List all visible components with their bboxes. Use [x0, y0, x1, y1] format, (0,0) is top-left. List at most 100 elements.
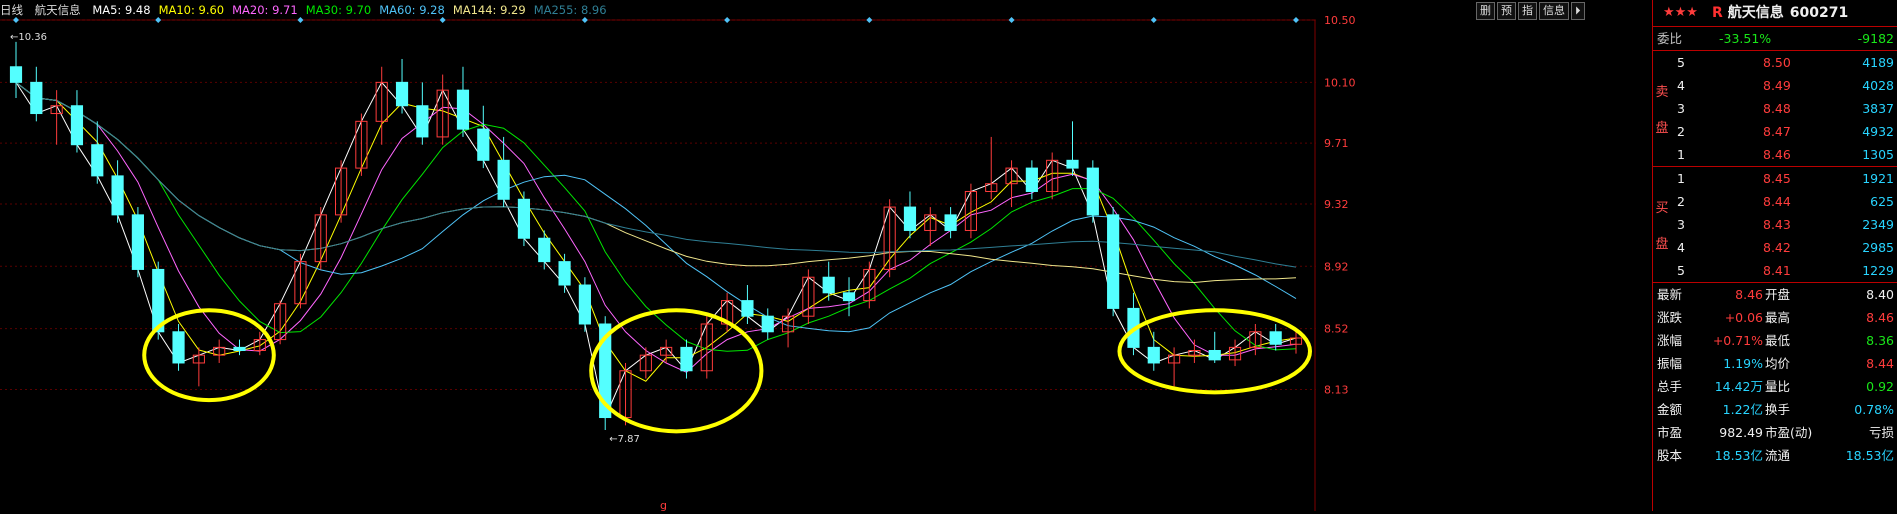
event-diamond-icon [1150, 17, 1157, 23]
buy-level-row[interactable]: 3 8.43 2349 [1653, 213, 1897, 236]
candle [213, 339, 226, 363]
stat-label: 市盈 [1657, 425, 1683, 440]
candle-body [497, 159, 510, 200]
candle-body [842, 292, 856, 302]
sell-side-label: 盘 [1655, 121, 1669, 136]
candle [355, 113, 368, 176]
toolbar-button[interactable]: 指 [1518, 2, 1537, 20]
stat-value: 8.40 [1866, 287, 1894, 302]
candle-body [741, 300, 754, 317]
buy-level-row[interactable]: 5 8.41 1229 [1653, 259, 1897, 282]
event-diamond-icon [866, 17, 873, 23]
stat-label: 量比 [1765, 379, 1791, 394]
candle-body [395, 81, 409, 107]
candle-body [9, 66, 23, 83]
candle [538, 230, 551, 270]
candle-body [1269, 331, 1282, 345]
stat-label: 最低 [1765, 333, 1791, 348]
sell-level-row[interactable]: 5 8.50 4189 [1653, 51, 1897, 74]
stat-row: 股本 18.53亿 流通 18.53亿 [1653, 444, 1897, 467]
candle [903, 191, 917, 239]
weibi-row: 委比 -33.51% -9182 [1653, 26, 1897, 50]
stat-row: 涨幅 +0.71% 最低 8.36 [1653, 329, 1897, 352]
candle [741, 285, 754, 324]
candle [1086, 160, 1099, 223]
stat-row: 市盈 982.49 市盈(动) 亏损 [1653, 421, 1897, 444]
candle-body [111, 175, 124, 216]
y-tick-label: 10.50 [1324, 14, 1356, 27]
stat-value: 982.49 [1719, 425, 1763, 440]
highlight-ellipse [142, 308, 276, 403]
buy-level-row[interactable]: 1 8.45 1921 [1653, 167, 1897, 190]
sell-level: 1 [1677, 147, 1685, 162]
stat-value: 0.78% [1854, 402, 1894, 417]
toolbar-button[interactable]: ⏵ [1571, 2, 1585, 20]
candle-body [30, 81, 43, 115]
candle-body [761, 315, 774, 333]
toolbar-button[interactable]: 删 [1476, 2, 1495, 20]
candle-body [1086, 167, 1099, 216]
candle [985, 136, 998, 200]
stat-value: 8.46 [1866, 310, 1894, 325]
sell-level: 5 [1677, 55, 1685, 70]
ma-line-ma5 [15, 81, 1297, 420]
candle-body [233, 346, 246, 351]
candle [1208, 331, 1221, 363]
stat-row: 总手 14.42万 量比 0.92 [1653, 375, 1897, 398]
candle-body [456, 89, 470, 130]
buy-level-row[interactable]: 2 8.44 625 [1653, 190, 1897, 213]
candle-body [680, 346, 693, 372]
quote-title: ★★★ R 航天信息 600271 [1653, 0, 1897, 26]
stat-value: 0.92 [1866, 379, 1894, 394]
stat-label: 总手 [1657, 379, 1683, 394]
y-tick-label: 9.71 [1324, 137, 1349, 150]
stat-value: 8.46 [1735, 287, 1763, 302]
sell-level-row[interactable]: 1 8.46 1305 [1653, 143, 1897, 166]
candle [1066, 121, 1079, 176]
buy-volume: 1921 [1862, 171, 1894, 186]
weibi-label: 委比 [1657, 31, 1683, 46]
quote-panel: ★★★ R 航天信息 600271 委比 -33.51% -9182 5 8.50… [1652, 0, 1897, 511]
stat-row: 涨跌 +0.06 最高 8.46 [1653, 306, 1897, 329]
candle [761, 308, 774, 340]
kline-chart[interactable]: 日线 航天信息 MA5: 9.48 MA10: 9.60 MA20: 9.71 MA3… [0, 0, 1316, 511]
sell-level-row[interactable]: 2 8.47 4932 [1653, 120, 1897, 143]
toolbar-button[interactable]: 预 [1497, 2, 1516, 20]
stat-label: 最高 [1765, 310, 1791, 325]
candle [477, 105, 490, 169]
buy-volume: 625 [1870, 194, 1894, 209]
candle-body [944, 214, 957, 231]
buy-price: 8.44 [1763, 194, 1791, 209]
sell-side-label: 卖 [1655, 85, 1669, 100]
sell-level-row[interactable]: 4 8.49 4028 [1653, 74, 1897, 97]
toolbar-button[interactable]: 信息 [1539, 2, 1569, 20]
sell-price: 8.46 [1763, 147, 1791, 162]
sell-level-row[interactable]: 3 8.48 3837 [1653, 97, 1897, 120]
stat-value: 1.19% [1723, 356, 1763, 371]
buy-level-row[interactable]: 4 8.42 2985 [1653, 236, 1897, 259]
buy-orderbook: 1 8.45 1921 2 8.44 625 3 8.43 2349 4 8.42 2985 5 8.41… [1653, 166, 1897, 282]
candle [314, 207, 327, 270]
sell-volume: 4932 [1862, 124, 1894, 139]
candle [578, 277, 591, 332]
candle [91, 121, 104, 184]
stat-value: 18.53亿 [1714, 448, 1763, 463]
sell-level: 4 [1677, 78, 1685, 93]
candle-body [131, 214, 144, 270]
r-badge-icon: R [1711, 5, 1723, 21]
candle-body [558, 261, 571, 286]
candle-body [1025, 167, 1038, 192]
candle [1107, 207, 1120, 317]
buy-level: 2 [1677, 194, 1685, 209]
buy-side-label: 盘 [1655, 237, 1669, 252]
buy-volume: 2985 [1862, 240, 1894, 255]
candle [70, 90, 84, 153]
y-tick-label: 8.92 [1324, 260, 1349, 273]
rating-stars: ★★★ [1663, 5, 1698, 20]
candle [274, 300, 287, 345]
event-diamond-icon [1293, 17, 1299, 23]
weibi-pct: -33.51% [1719, 31, 1772, 46]
candle-body [1066, 159, 1079, 169]
ma-line-ma10 [15, 82, 1297, 382]
candle [111, 160, 124, 223]
